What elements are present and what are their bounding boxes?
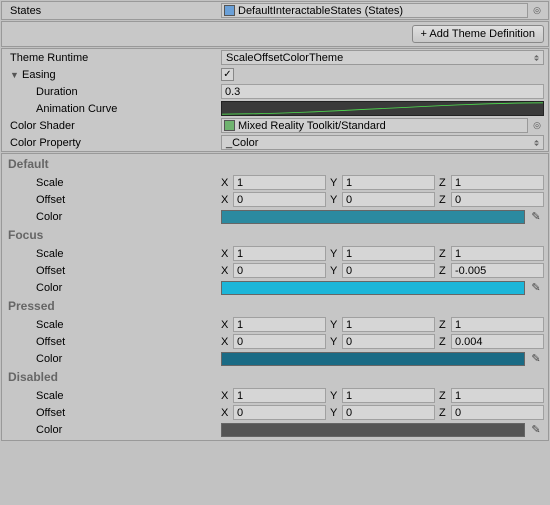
states-object-value: DefaultInteractableStates (States): [238, 5, 403, 17]
axis-y-label: Y: [330, 390, 342, 402]
scale-label: Scale: [6, 390, 221, 402]
axis-z-label: Z: [439, 319, 451, 331]
state-header-disabled: Disabled: [2, 367, 548, 387]
state-header-focus: Focus: [2, 225, 548, 245]
axis-y-label: Y: [330, 407, 342, 419]
eyedropper-icon[interactable]: ✎: [528, 210, 544, 223]
pressed-scale-x[interactable]: [233, 317, 326, 332]
state-header-pressed: Pressed: [2, 296, 548, 316]
animation-curve-label: Animation Curve: [6, 103, 221, 115]
focus-offset-x[interactable]: [233, 263, 326, 278]
axis-z-label: Z: [439, 390, 451, 402]
color-shader-field[interactable]: Mixed Reality Toolkit/Standard: [221, 118, 528, 133]
eyedropper-icon[interactable]: ✎: [528, 281, 544, 294]
axis-y-label: Y: [330, 248, 342, 260]
disabled-scale-z[interactable]: [451, 388, 544, 403]
pressed-offset-x[interactable]: [233, 334, 326, 349]
eyedropper-icon[interactable]: ✎: [528, 352, 544, 365]
pressed-color-swatch[interactable]: [221, 352, 525, 366]
offset-label: Offset: [6, 194, 221, 206]
disabled-offset-z[interactable]: [451, 405, 544, 420]
object-picker-icon[interactable]: ◎: [530, 4, 544, 18]
color-shader-label: Color Shader: [6, 120, 221, 132]
axis-z-label: Z: [439, 265, 451, 277]
axis-y-label: Y: [330, 265, 342, 277]
axis-z-label: Z: [439, 248, 451, 260]
axis-y-label: Y: [330, 177, 342, 189]
default-offset-z[interactable]: [451, 192, 544, 207]
duration-label: Duration: [6, 86, 221, 98]
focus-scale-y[interactable]: [342, 246, 435, 261]
states-object-field[interactable]: DefaultInteractableStates (States): [221, 3, 528, 18]
color-property-dropdown[interactable]: _Color: [221, 135, 544, 150]
default-scale-z[interactable]: [451, 175, 544, 190]
color-label: Color: [6, 211, 221, 223]
pressed-offset-z[interactable]: [451, 334, 544, 349]
eyedropper-icon[interactable]: ✎: [528, 423, 544, 436]
pressed-offset-y[interactable]: [342, 334, 435, 349]
focus-offset-z[interactable]: [451, 263, 544, 278]
axis-z-label: Z: [439, 194, 451, 206]
color-label: Color: [6, 353, 221, 365]
offset-label: Offset: [6, 336, 221, 348]
axis-x-label: X: [221, 390, 233, 402]
theme-runtime-label: Theme Runtime: [6, 52, 221, 64]
axis-x-label: X: [221, 194, 233, 206]
axis-x-label: X: [221, 248, 233, 260]
focus-scale-z[interactable]: [451, 246, 544, 261]
color-property-label: Color Property: [6, 137, 221, 149]
shader-icon: [224, 120, 235, 131]
pressed-scale-y[interactable]: [342, 317, 435, 332]
duration-field[interactable]: [221, 84, 544, 99]
color-shader-value: Mixed Reality Toolkit/Standard: [238, 120, 386, 132]
axis-y-label: Y: [330, 336, 342, 348]
foldout-icon[interactable]: ▼: [10, 70, 20, 80]
disabled-offset-y[interactable]: [342, 405, 435, 420]
animation-curve-field[interactable]: [221, 101, 544, 116]
disabled-scale-x[interactable]: [233, 388, 326, 403]
theme-runtime-value: ScaleOffsetColorTheme: [226, 52, 343, 64]
color-property-value: _Color: [226, 137, 258, 149]
default-offset-y[interactable]: [342, 192, 435, 207]
object-picker-icon[interactable]: ◎: [530, 119, 544, 133]
default-scale-x[interactable]: [233, 175, 326, 190]
offset-label: Offset: [6, 265, 221, 277]
axis-x-label: X: [221, 319, 233, 331]
axis-x-label: X: [221, 177, 233, 189]
color-label: Color: [6, 424, 221, 436]
focus-color-swatch[interactable]: [221, 281, 525, 295]
easing-checkbox[interactable]: ✓: [221, 68, 234, 81]
default-scale-y[interactable]: [342, 175, 435, 190]
add-theme-definition-button[interactable]: + Add Theme Definition: [412, 25, 544, 43]
offset-label: Offset: [6, 407, 221, 419]
scale-label: Scale: [6, 248, 221, 260]
focus-scale-x[interactable]: [233, 246, 326, 261]
disabled-scale-y[interactable]: [342, 388, 435, 403]
scriptable-object-icon: [224, 5, 235, 16]
theme-runtime-dropdown[interactable]: ScaleOffsetColorTheme: [221, 50, 544, 65]
disabled-offset-x[interactable]: [233, 405, 326, 420]
axis-z-label: Z: [439, 336, 451, 348]
easing-label: ▼Easing: [6, 69, 221, 81]
axis-z-label: Z: [439, 177, 451, 189]
pressed-scale-z[interactable]: [451, 317, 544, 332]
focus-offset-y[interactable]: [342, 263, 435, 278]
scale-label: Scale: [6, 177, 221, 189]
axis-y-label: Y: [330, 194, 342, 206]
axis-x-label: X: [221, 265, 233, 277]
axis-y-label: Y: [330, 319, 342, 331]
axis-x-label: X: [221, 407, 233, 419]
default-color-swatch[interactable]: [221, 210, 525, 224]
states-label: States: [6, 5, 221, 17]
axis-z-label: Z: [439, 407, 451, 419]
default-offset-x[interactable]: [233, 192, 326, 207]
disabled-color-swatch[interactable]: [221, 423, 525, 437]
scale-label: Scale: [6, 319, 221, 331]
color-label: Color: [6, 282, 221, 294]
axis-x-label: X: [221, 336, 233, 348]
state-header-default: Default: [2, 154, 548, 174]
